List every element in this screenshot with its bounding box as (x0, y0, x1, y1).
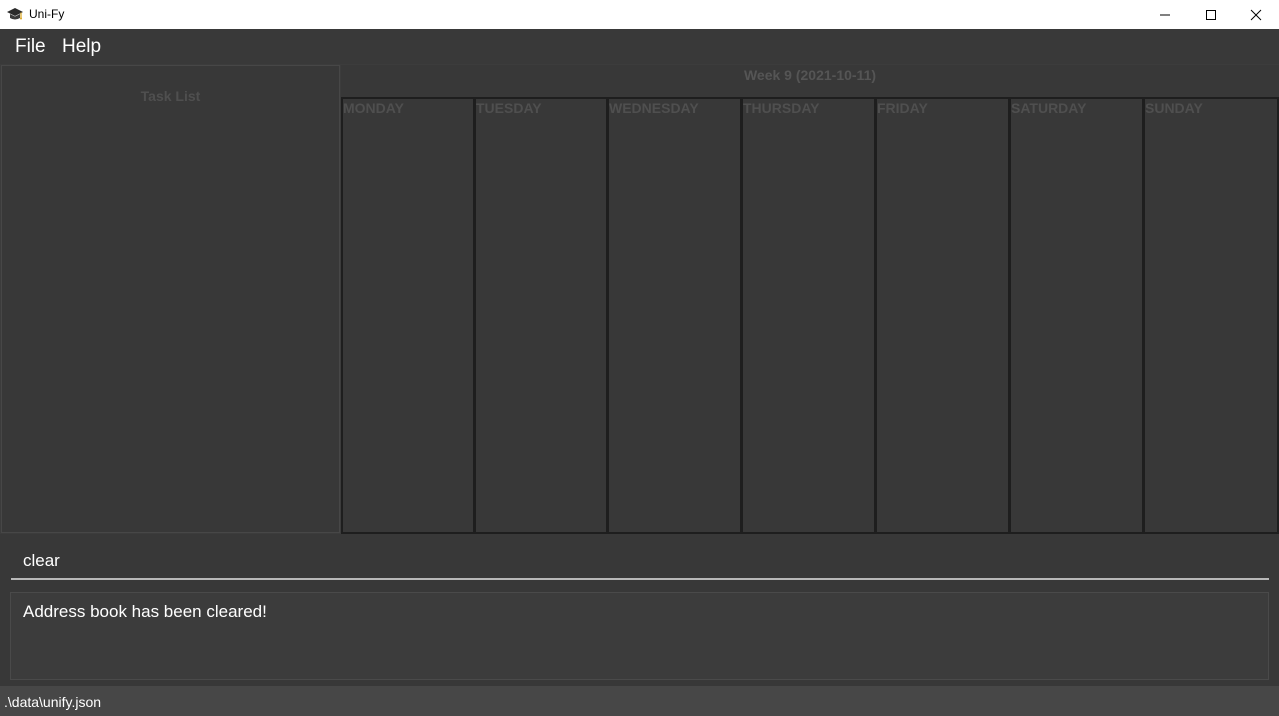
day-label: THURSDAY (743, 100, 820, 116)
result-display: Address book has been cleared! (0, 586, 1279, 686)
day-column-monday[interactable]: MONDAY (341, 97, 475, 534)
day-column-thursday[interactable]: THURSDAY (741, 97, 876, 534)
day-columns: MONDAY TUESDAY WEDNESDAY THURSDAY FRIDAY… (341, 97, 1279, 534)
week-title: Week 9 (2021-10-11) (743, 67, 877, 83)
menu-bar: File Help (0, 29, 1279, 64)
maximize-button[interactable] (1188, 0, 1234, 29)
minimize-icon (1160, 14, 1170, 15)
maximize-icon (1206, 9, 1216, 20)
day-label: TUESDAY (476, 100, 542, 116)
task-list-title: Task List (140, 88, 201, 104)
day-label: SATURDAY (1011, 100, 1087, 116)
command-box (0, 534, 1279, 586)
command-input[interactable] (11, 544, 1269, 580)
close-button[interactable] (1233, 0, 1279, 29)
window-title: Uni-Fy (29, 7, 65, 21)
day-label: MONDAY (343, 100, 404, 116)
task-list-panel[interactable]: Task List (1, 65, 340, 533)
close-icon (1250, 9, 1262, 20)
day-column-wednesday[interactable]: WEDNESDAY (607, 97, 742, 534)
day-column-friday[interactable]: FRIDAY (875, 97, 1010, 534)
save-file-path: .\data\unify.json (4, 694, 102, 710)
status-bar: .\data\unify.json (0, 686, 1279, 716)
day-label: SUNDAY (1145, 100, 1203, 116)
day-label: FRIDAY (877, 100, 928, 116)
day-column-saturday[interactable]: SATURDAY (1009, 97, 1144, 534)
graduation-cap-icon (6, 5, 24, 23)
result-message: Address book has been cleared! (23, 602, 267, 621)
day-column-tuesday[interactable]: TUESDAY (474, 97, 608, 534)
menu-file[interactable]: File (15, 36, 46, 58)
week-calendar: Week 9 (2021-10-11) MONDAY TUESDAY WEDNE… (341, 65, 1279, 534)
day-label: WEDNESDAY (609, 100, 699, 116)
day-column-sunday[interactable]: SUNDAY (1143, 97, 1279, 534)
menu-help[interactable]: Help (62, 36, 101, 58)
title-bar: Uni-Fy (0, 0, 1279, 29)
minimize-button[interactable] (1142, 0, 1188, 29)
result-box[interactable]: Address book has been cleared! (10, 592, 1269, 680)
